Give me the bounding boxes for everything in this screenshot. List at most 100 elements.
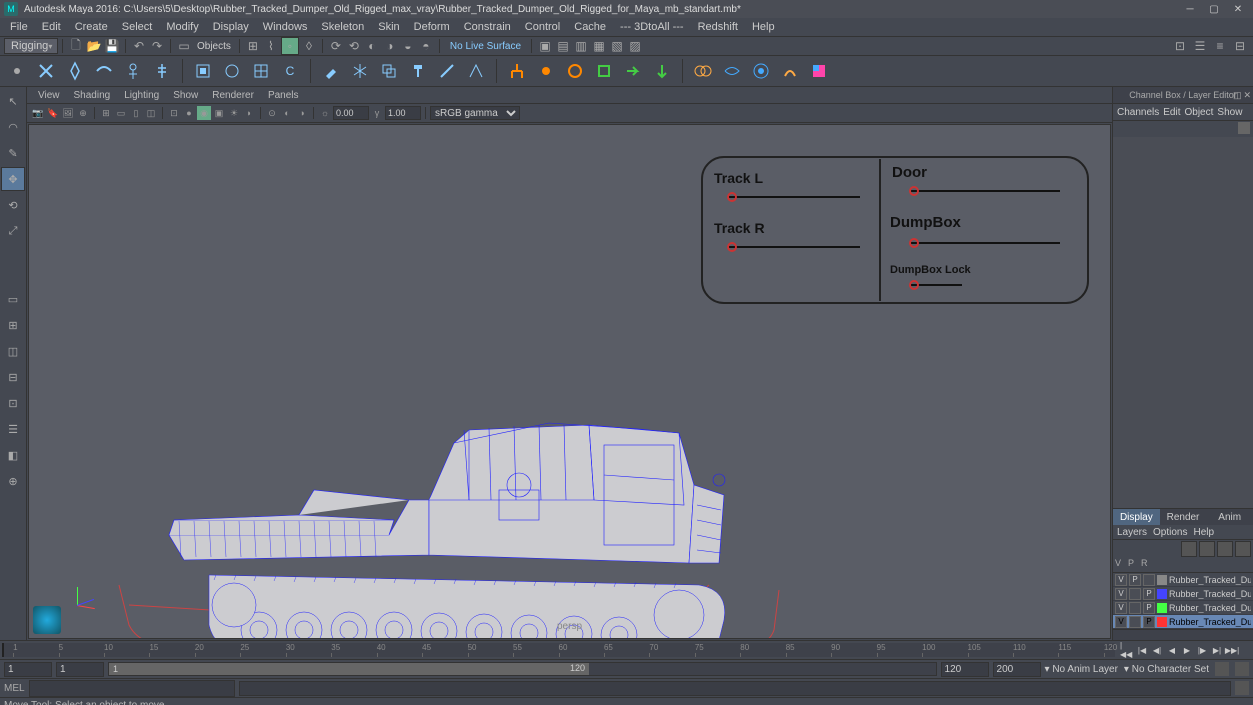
layout-custom-icon[interactable]: ⊕	[1, 469, 25, 493]
shelf-bind-icon[interactable]	[120, 58, 146, 84]
step-back-icon[interactable]: ◀|	[1150, 643, 1164, 657]
shelf-constraint-aim-icon[interactable]	[620, 58, 646, 84]
resolution-gate-icon[interactable]: ▯	[129, 106, 143, 120]
shelf-constraint-scale-icon[interactable]	[591, 58, 617, 84]
layer-playback-toggle[interactable]	[1129, 602, 1141, 614]
layer-row[interactable]: VPRubber_Tracked_Dumper_Old	[1113, 573, 1253, 587]
anim-layer-dropdown[interactable]: ▾ No Anim Layer	[1045, 664, 1118, 675]
menu-file[interactable]: File	[4, 20, 34, 34]
menu-skin[interactable]: Skin	[372, 20, 405, 34]
channel-menu-show[interactable]: Show	[1217, 107, 1242, 118]
menu-windows[interactable]: Windows	[257, 20, 314, 34]
grid-toggle-icon[interactable]: ⊞	[99, 106, 113, 120]
select-mode-icon[interactable]: ▭	[176, 38, 192, 54]
shelf-wrap-icon[interactable]	[748, 58, 774, 84]
layout-outliner-icon[interactable]: ☰	[1, 417, 25, 441]
shelf-smooth-icon[interactable]	[190, 58, 216, 84]
render-view-icon[interactable]: ▨	[627, 38, 643, 54]
shelf-skeleton-icon[interactable]	[149, 58, 175, 84]
redo-icon[interactable]: ↷	[149, 38, 165, 54]
history-toggle-icon[interactable]: ◐	[364, 38, 380, 54]
render-settings-icon[interactable]: ▦	[591, 38, 607, 54]
history-icon[interactable]: ⟳	[328, 38, 344, 54]
camera-select-icon[interactable]: 📷	[31, 106, 45, 120]
lasso-tool[interactable]: ◠	[1, 115, 25, 139]
layout-two-side-icon[interactable]: ◫	[1, 339, 25, 363]
model-wireframe[interactable]	[119, 325, 759, 639]
layout-four-icon[interactable]: ⊞	[1, 313, 25, 337]
range-end-inner-input[interactable]	[941, 662, 989, 677]
save-scene-icon[interactable]: 💾	[104, 38, 120, 54]
menuset-dropdown[interactable]: Rigging	[4, 38, 58, 54]
shelf-normalize-icon[interactable]	[463, 58, 489, 84]
layout-three-icon[interactable]: ⊡	[1, 391, 25, 415]
right-panel-close-icon[interactable]: ✕	[1243, 90, 1251, 101]
menu-display[interactable]: Display	[207, 20, 255, 34]
step-forward-icon[interactable]: |▶	[1195, 643, 1209, 657]
maya-home-icon[interactable]	[33, 606, 61, 634]
range-slider-handle[interactable]: 1120	[109, 663, 589, 675]
snap-plane-icon[interactable]: ◊	[301, 38, 317, 54]
view-transform-select[interactable]: sRGB gamma	[430, 106, 520, 120]
shelf-constraint-point-icon[interactable]	[533, 58, 559, 84]
render-region-icon[interactable]: ▤	[555, 38, 571, 54]
shelf-prune-icon[interactable]	[434, 58, 460, 84]
layer-ref-toggle[interactable]	[1143, 574, 1155, 586]
scale-tool[interactable]: ⤢	[1, 219, 25, 243]
layer-vis-toggle[interactable]: V	[1115, 616, 1127, 628]
panel-menu-lighting[interactable]: Lighting	[119, 90, 164, 101]
panel-menu-show[interactable]: Show	[168, 90, 203, 101]
panel-menu-renderer[interactable]: Renderer	[207, 90, 259, 101]
shelf-constraint-pole-icon[interactable]	[649, 58, 675, 84]
render-icon[interactable]: ▣	[537, 38, 553, 54]
layer-tab-render[interactable]: Render	[1160, 509, 1207, 525]
shelf-texture-icon[interactable]	[806, 58, 832, 84]
play-start-icon[interactable]: |◀◀	[1120, 643, 1134, 657]
image-plane-icon[interactable]: 🖼	[61, 106, 75, 120]
layer-move-up-icon[interactable]	[1181, 541, 1197, 557]
xray-icon[interactable]: ◐	[280, 106, 294, 120]
bookmark-icon[interactable]: 🔖	[46, 106, 60, 120]
toggle-attribute-icon[interactable]: ☰	[1192, 38, 1208, 54]
menu-modify[interactable]: Modify	[160, 20, 204, 34]
shelf-tab-icon[interactable]	[4, 58, 30, 84]
layer-ref-toggle[interactable]: P	[1143, 588, 1155, 600]
menu-deform[interactable]: Deform	[408, 20, 456, 34]
range-start-inner-input[interactable]	[56, 662, 104, 677]
layer-new-empty-icon[interactable]	[1217, 541, 1233, 557]
character-set-dropdown[interactable]: ▾ No Character Set	[1124, 664, 1209, 675]
snap-grid-icon[interactable]: ⊞	[245, 38, 261, 54]
layout-single-icon[interactable]: ▭	[1, 287, 25, 311]
snap-point-icon[interactable]: ◦	[281, 37, 299, 55]
time-slider[interactable]: 1510152025303540455055606570758085909510…	[0, 640, 1253, 659]
new-scene-icon[interactable]: 🗋	[68, 38, 84, 54]
select-tool[interactable]: ↖	[1, 89, 25, 113]
layer-vis-toggle[interactable]: V	[1115, 574, 1127, 586]
gamma-icon[interactable]: γ	[370, 106, 384, 120]
layer-playback-toggle[interactable]	[1129, 588, 1141, 600]
gamma-input[interactable]	[385, 106, 421, 120]
layer-tab-display[interactable]: Display	[1113, 509, 1160, 525]
range-end-outer-input[interactable]	[993, 662, 1041, 677]
history-toggle4-icon[interactable]: ◓	[418, 38, 434, 54]
step-forward-key-icon[interactable]: ▶|	[1210, 643, 1224, 657]
history-toggle3-icon[interactable]: ◒	[400, 38, 416, 54]
shelf-ik-icon[interactable]	[62, 58, 88, 84]
wire-shaded-icon[interactable]: ◉	[197, 106, 211, 120]
shelf-mirror-icon[interactable]	[347, 58, 373, 84]
toggle-tool-icon[interactable]: ≡	[1212, 38, 1228, 54]
layout-two-stack-icon[interactable]: ⊟	[1, 365, 25, 389]
prefs-icon[interactable]	[1235, 662, 1249, 676]
snap-curve-icon[interactable]: ⌇	[263, 38, 279, 54]
play-forward-icon[interactable]: ▶	[1180, 643, 1194, 657]
layer-menu-layers[interactable]: Layers	[1117, 527, 1147, 538]
layer-tab-anim[interactable]: Anim	[1206, 509, 1253, 525]
layer-color-swatch[interactable]	[1157, 589, 1167, 599]
layer-playback-toggle[interactable]: P	[1129, 574, 1141, 586]
layer-vis-toggle[interactable]: V	[1115, 602, 1127, 614]
render-globals-icon[interactable]: ▧	[609, 38, 625, 54]
layer-move-down-icon[interactable]	[1199, 541, 1215, 557]
channel-menu-channels[interactable]: Channels	[1117, 107, 1159, 118]
viewport-persp[interactable]: Track L Track R Door DumpBox	[28, 124, 1111, 639]
shadows-icon[interactable]: ◗	[242, 106, 256, 120]
